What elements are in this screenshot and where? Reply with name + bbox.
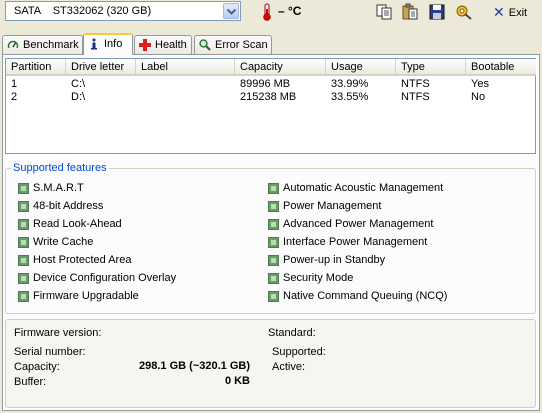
feature-check-icon	[18, 183, 29, 194]
feature-label: Security Mode	[283, 272, 354, 284]
info-icon	[91, 38, 97, 50]
cell-type: NTFS	[401, 91, 430, 103]
firmware-version-label: Firmware version:	[14, 327, 102, 339]
chevron-down-icon[interactable]	[223, 3, 239, 19]
cell-capacity: 215238 MB	[240, 91, 297, 103]
feature-check-icon	[18, 255, 29, 266]
feature-check-icon	[268, 291, 279, 302]
cell-partition: 1	[11, 78, 18, 90]
cell-usage: 33.55%	[331, 91, 369, 103]
buffer-label: Buffer:	[14, 376, 47, 388]
temperature-readout: – °C	[278, 4, 302, 18]
active-label: Active:	[272, 361, 306, 373]
tab-benchmark[interactable]: Benchmark	[2, 35, 83, 54]
drive-select-value: SATA ST332062 (320 GB)	[14, 5, 152, 17]
feature-check-icon	[18, 219, 29, 230]
table-row[interactable]: 2 D:\ 215238 MB 33.55% NTFS No	[6, 91, 535, 104]
feature-label: Device Configuration Overlay	[33, 272, 177, 284]
cell-drive-letter: C:\	[71, 78, 86, 90]
feature-check-icon	[268, 219, 279, 230]
column-header-partition[interactable]: Partition	[6, 59, 66, 76]
column-header-capacity[interactable]: Capacity	[235, 59, 326, 76]
tab-label: Info	[104, 38, 123, 50]
feature-check-icon	[268, 183, 279, 194]
tab-info[interactable]: Info	[83, 33, 133, 55]
feature-check-icon	[268, 255, 279, 266]
cell-drive-letter: D:\	[71, 91, 86, 103]
column-header-usage[interactable]: Usage	[326, 59, 396, 76]
capacity-value: 298.1 GB (~320.1 GB)	[139, 360, 250, 372]
column-header-label[interactable]: Label	[136, 59, 235, 76]
exit-label: Exit	[508, 7, 528, 19]
clipboard-icon[interactable]	[401, 3, 419, 21]
feature-label: S.M.A.R.T	[33, 182, 84, 194]
standard-label: Standard:	[268, 327, 316, 339]
feature-check-icon	[18, 237, 29, 248]
feature-check-icon	[18, 201, 29, 212]
column-header-type[interactable]: Type	[396, 59, 466, 76]
feature-label: Advanced Power Management	[283, 218, 434, 230]
feature-label: Native Command Queuing (NCQ)	[283, 290, 448, 302]
cell-usage: 33.99%	[331, 78, 369, 90]
table-row[interactable]: 1 C:\ 89996 MB 33.99% NTFS Yes	[6, 78, 535, 91]
serial-number-label: Serial number:	[14, 346, 86, 358]
feature-label: Automatic Acoustic Management	[283, 182, 444, 194]
partition-table[interactable]: Partition Drive letter Label Capacity Us…	[5, 58, 536, 154]
tab-health[interactable]: Health	[134, 35, 192, 54]
feature-label: Read Look-Ahead	[33, 218, 122, 230]
close-icon: ✕	[493, 4, 505, 20]
buffer-value: 0 KB	[224, 375, 250, 387]
tab-label: Health	[155, 39, 187, 51]
capacity-label: Capacity:	[14, 361, 60, 373]
save-icon[interactable]	[428, 3, 446, 21]
tab-label: Error Scan	[215, 39, 268, 51]
feature-check-icon	[268, 201, 279, 212]
options-icon[interactable]	[455, 3, 473, 21]
feature-check-icon	[268, 273, 279, 284]
feature-check-icon	[18, 291, 29, 302]
cell-partition: 2	[11, 91, 18, 103]
supported-label: Supported:	[272, 346, 326, 358]
copy-icon[interactable]	[375, 3, 393, 21]
feature-check-icon	[18, 273, 29, 284]
feature-label: Host Protected Area	[33, 254, 132, 266]
tab-error-scan[interactable]: Error Scan	[194, 35, 272, 54]
health-cross-icon	[139, 39, 151, 51]
feature-label: Write Cache	[33, 236, 94, 248]
feature-label: Interface Power Management	[283, 236, 428, 248]
tab-label: Benchmark	[23, 39, 79, 51]
supported-features-title: Supported features	[11, 162, 109, 174]
cell-bootable: Yes	[471, 78, 489, 90]
feature-label: Power-up in Standby	[283, 254, 386, 266]
cell-bootable: No	[471, 91, 486, 103]
drive-select[interactable]: SATA ST332062 (320 GB)	[5, 1, 241, 21]
cell-capacity: 89996 MB	[240, 78, 291, 90]
feature-label: Power Management	[283, 200, 382, 212]
exit-button[interactable]: ✕ Exit	[493, 4, 527, 21]
feature-label: 48-bit Address	[33, 200, 104, 212]
column-header-bootable[interactable]: Bootable	[466, 59, 536, 76]
benchmark-icon	[7, 40, 19, 49]
magnifier-icon	[199, 39, 211, 51]
column-header-drive-letter[interactable]: Drive letter	[66, 59, 136, 76]
cell-type: NTFS	[401, 78, 430, 90]
thermometer-icon	[263, 3, 271, 21]
feature-label: Firmware Upgradable	[33, 290, 139, 302]
feature-check-icon	[268, 237, 279, 248]
